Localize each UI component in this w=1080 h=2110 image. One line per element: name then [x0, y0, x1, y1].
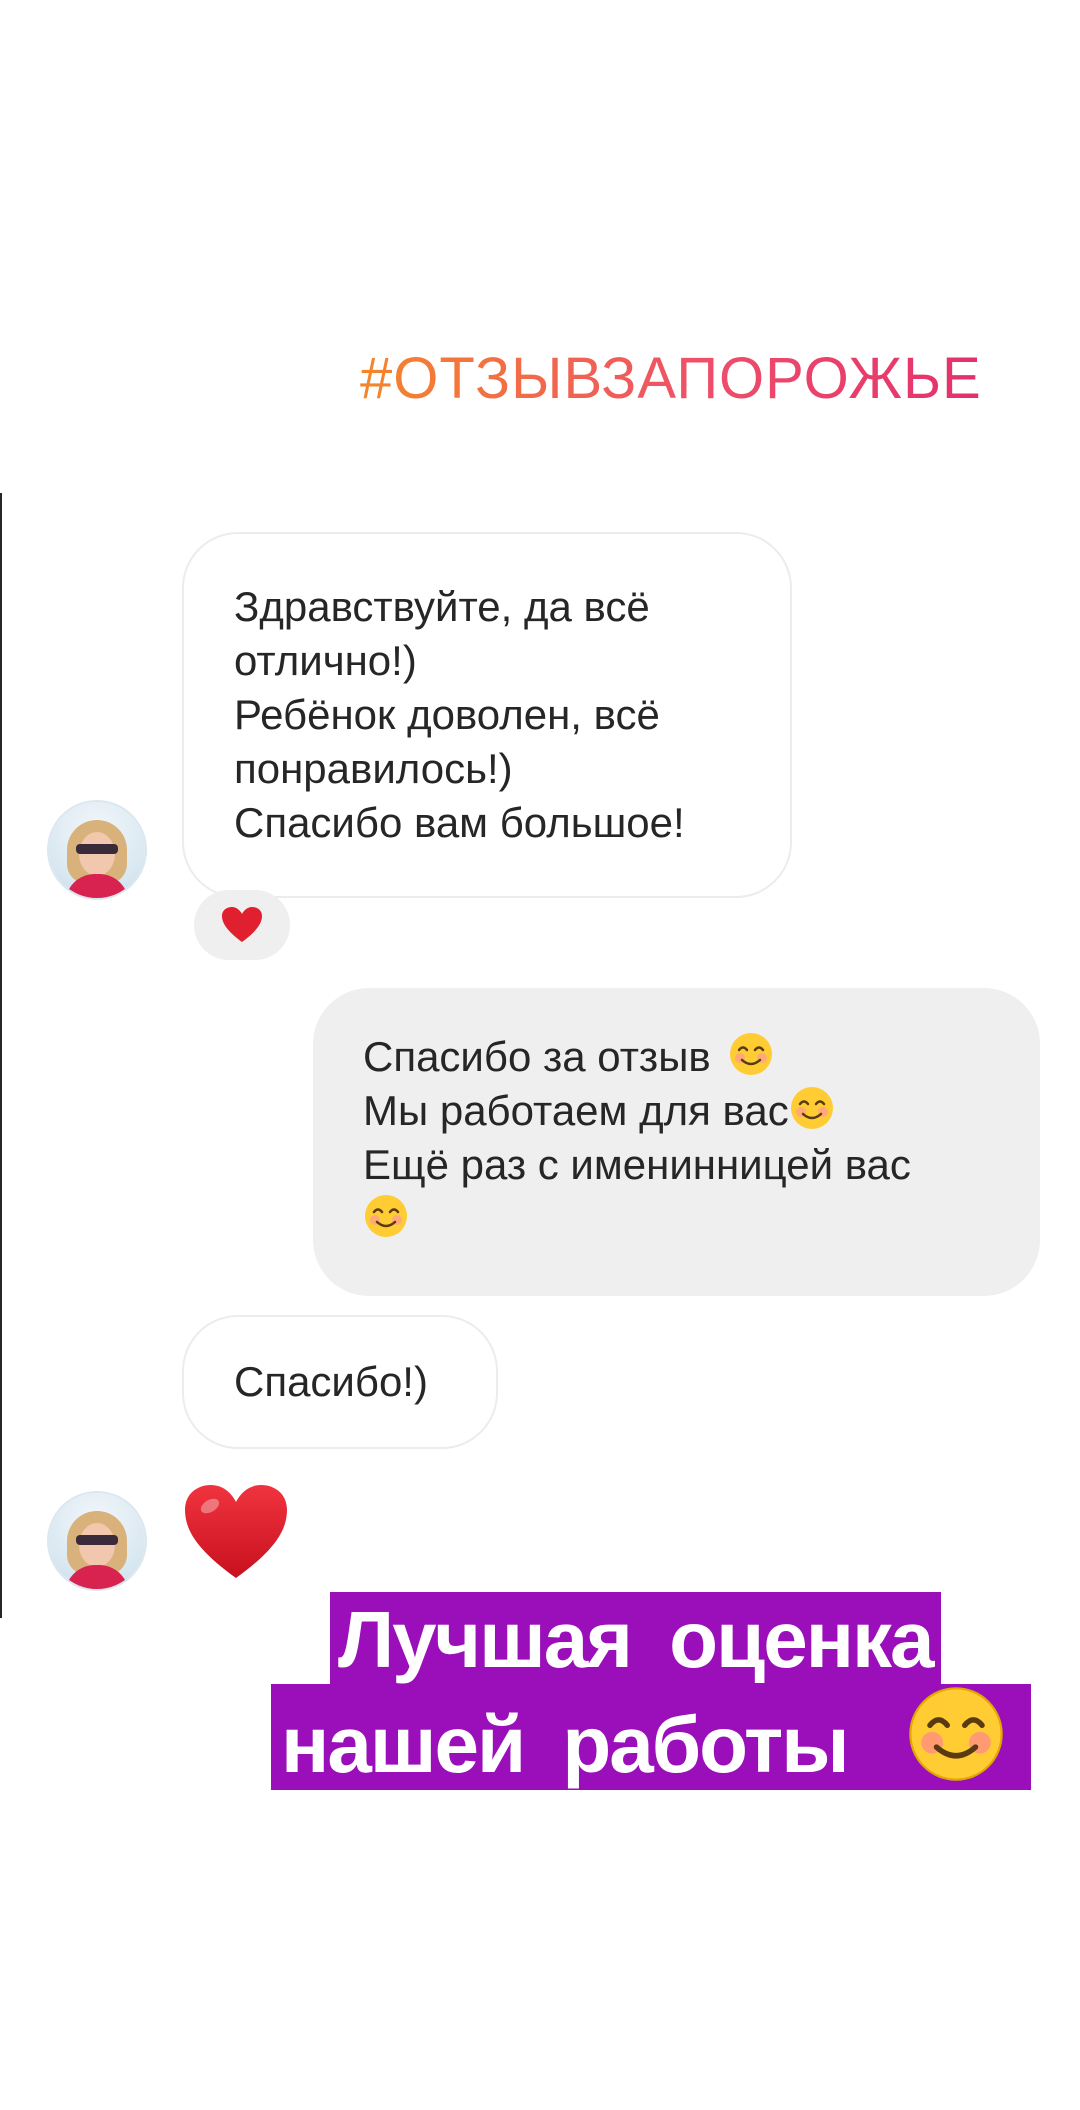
heart-icon — [222, 907, 262, 942]
message-text-line: Мы работаем для вас — [363, 1084, 990, 1138]
message-text-line: Спасибо!) — [234, 1358, 428, 1405]
smiling-face-emoji-icon — [365, 1195, 407, 1237]
message-text-line: Ребёнок доволен, всё — [234, 691, 660, 738]
incoming-message-bubble[interactable]: Спасибо!) — [182, 1315, 498, 1449]
sender-avatar[interactable] — [49, 1493, 145, 1589]
message-text-line: отлично!) — [234, 637, 417, 684]
message-text-line: Здравствуйте, да всё — [234, 583, 650, 630]
sender-avatar[interactable] — [49, 802, 145, 898]
left-edge-divider — [0, 493, 2, 1618]
message-text: Мы работаем для вас — [363, 1087, 789, 1134]
smiling-face-emoji-icon — [730, 1033, 773, 1075]
message-text: Спасибо за отзыв — [363, 1033, 711, 1080]
caption-text: нашей работы — [281, 1700, 850, 1789]
heart-sticker-icon[interactable] — [182, 1482, 290, 1582]
message-text-line — [363, 1192, 990, 1246]
message-text-line: Спасибо вам большое! — [234, 799, 685, 846]
caption-line-1: Лучшая оценка — [330, 1592, 941, 1684]
message-reaction[interactable] — [194, 890, 290, 960]
caption-line-2: нашей работы — [271, 1684, 1031, 1790]
smiling-face-emoji-icon — [909, 1687, 1003, 1781]
message-text-line: понравилось!) — [234, 745, 513, 792]
hashtag-title: #ОТЗЫВЗАПОРОЖЬЕ — [360, 346, 982, 411]
message-text-line: Спасибо за отзыв — [363, 1030, 990, 1084]
outgoing-message-bubble[interactable]: Спасибо за отзыв Мы работаем для вас Ещё… — [313, 988, 1040, 1296]
message-text-line: Ещё раз с именинницей вас — [363, 1141, 911, 1188]
smiling-face-emoji-icon — [790, 1087, 833, 1129]
incoming-message-bubble[interactable]: Здравствуйте, да всё отлично!) Ребёнок д… — [182, 532, 792, 898]
